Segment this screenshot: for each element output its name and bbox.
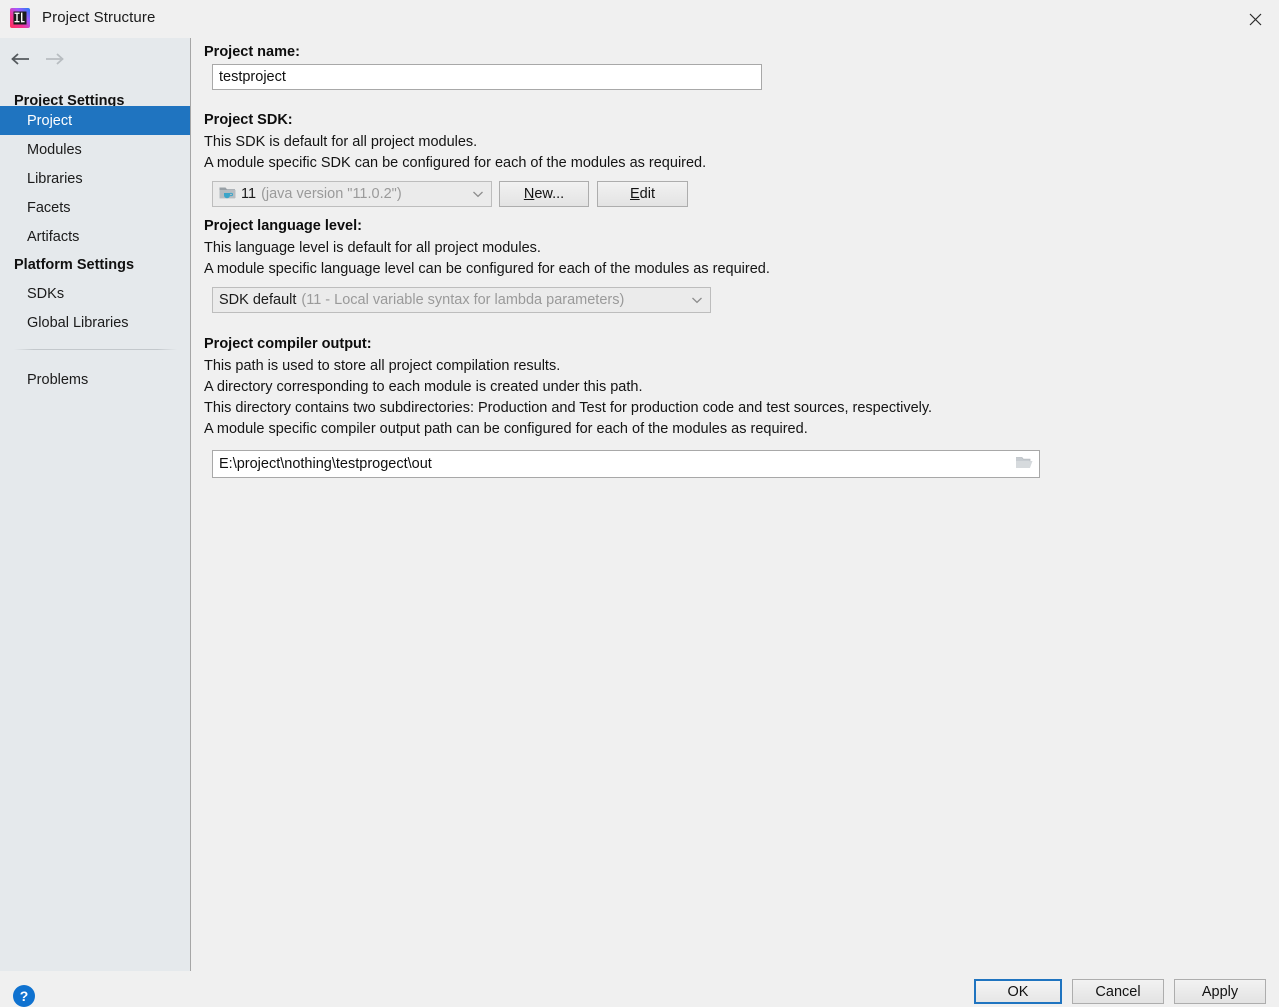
java-sdk-folder-icon bbox=[219, 185, 236, 204]
help-circle-icon[interactable]: ? bbox=[13, 985, 35, 1007]
language-level-desc-line-2: A module specific language level can be … bbox=[204, 261, 770, 277]
sidebar-item-label: Project bbox=[27, 112, 73, 129]
sidebar-item-project[interactable]: Project bbox=[0, 106, 190, 135]
project-sdk-detail: (java version "11.0.2") bbox=[261, 186, 402, 202]
edit-sdk-button-label: Edit bbox=[630, 186, 655, 202]
intellij-idea-logo-icon bbox=[9, 7, 31, 29]
sidebar-separator bbox=[14, 349, 177, 350]
window-title: Project Structure bbox=[42, 9, 156, 26]
sidebar-item-label: SDKs bbox=[27, 285, 65, 302]
new-sdk-button[interactable]: New... bbox=[499, 181, 589, 207]
cancel-button-label: Cancel bbox=[1095, 983, 1141, 1000]
browse-folder-button[interactable] bbox=[1009, 451, 1039, 477]
help-button-label: ? bbox=[19, 988, 29, 1004]
sidebar-group-platform-settings: Platform Settings bbox=[14, 257, 135, 273]
language-level-label: Project language level: bbox=[204, 218, 362, 234]
project-sdk-combobox[interactable]: 11 (java version "11.0.2") bbox=[212, 181, 492, 207]
forward-button[interactable] bbox=[37, 46, 71, 74]
language-level-detail: (11 - Local variable syntax for lambda p… bbox=[301, 292, 625, 308]
sidebar-item-label: Libraries bbox=[27, 170, 83, 187]
project-sdk-desc-line-1: This SDK is default for all project modu… bbox=[204, 134, 478, 150]
compiler-output-desc-line-3: This directory contains two subdirectori… bbox=[204, 400, 933, 416]
project-sdk-value: 11 bbox=[241, 186, 257, 202]
sidebar-item-global-libraries[interactable]: Global Libraries bbox=[0, 308, 190, 337]
sidebar-item-artifacts[interactable]: Artifacts bbox=[0, 222, 190, 251]
sidebar-item-libraries[interactable]: Libraries bbox=[0, 164, 190, 193]
sidebar-item-label: Modules bbox=[27, 141, 82, 158]
compiler-output-desc-line-1: This path is used to store all project c… bbox=[204, 358, 561, 374]
sidebar-item-label: Artifacts bbox=[27, 228, 80, 245]
sidebar-item-sdks[interactable]: SDKs bbox=[0, 279, 190, 308]
title-bar: Project Structure bbox=[0, 0, 1279, 38]
chevron-down-icon[interactable] bbox=[465, 182, 491, 206]
close-button[interactable] bbox=[1231, 0, 1279, 38]
sidebar-item-problems[interactable]: Problems bbox=[0, 365, 190, 394]
sidebar-item-label: Problems bbox=[27, 371, 89, 388]
sidebar-item-label: Facets bbox=[27, 199, 71, 216]
new-sdk-button-label: New... bbox=[523, 186, 565, 202]
sidebar: Project Settings Project Modules Librari… bbox=[0, 38, 190, 971]
project-sdk-label: Project SDK: bbox=[204, 112, 293, 128]
sidebar-item-modules[interactable]: Modules bbox=[0, 135, 190, 164]
compiler-output-input[interactable]: E:\project\nothing\testprogect\out bbox=[212, 450, 1040, 478]
language-level-combobox[interactable]: SDK default (11 - Local variable syntax … bbox=[212, 287, 711, 313]
close-icon bbox=[1249, 13, 1262, 26]
language-level-desc-line-1: This language level is default for all p… bbox=[204, 240, 541, 256]
language-level-value: SDK default bbox=[219, 292, 297, 308]
ok-button[interactable]: OK bbox=[974, 979, 1062, 1004]
folder-open-icon bbox=[1015, 455, 1033, 473]
edit-sdk-button[interactable]: Edit bbox=[597, 181, 688, 207]
cancel-button[interactable]: Cancel bbox=[1072, 979, 1164, 1004]
project-name-value: testproject bbox=[219, 69, 286, 85]
sidebar-item-label: Global Libraries bbox=[27, 314, 129, 331]
main-panel: Project name: testproject Project SDK: T… bbox=[191, 38, 1279, 971]
back-button[interactable] bbox=[3, 46, 37, 74]
arrow-left-icon bbox=[10, 52, 31, 69]
apply-button[interactable]: Apply bbox=[1174, 979, 1266, 1004]
chevron-down-icon[interactable] bbox=[684, 288, 710, 312]
compiler-output-desc-line-4: A module specific compiler output path c… bbox=[204, 421, 808, 437]
project-name-label: Project name: bbox=[204, 44, 300, 60]
compiler-output-label: Project compiler output: bbox=[204, 336, 372, 352]
compiler-output-value: E:\project\nothing\testprogect\out bbox=[219, 456, 432, 472]
arrow-right-icon bbox=[44, 52, 65, 69]
ok-button-label: OK bbox=[1007, 983, 1029, 1000]
project-name-input[interactable]: testproject bbox=[212, 64, 762, 90]
compiler-output-desc-line-2: A directory corresponding to each module… bbox=[204, 379, 643, 395]
project-sdk-desc-line-2: A module specific SDK can be configured … bbox=[204, 155, 707, 171]
navigation-arrows bbox=[0, 46, 190, 76]
apply-button-label: Apply bbox=[1201, 983, 1239, 1000]
sidebar-item-facets[interactable]: Facets bbox=[0, 193, 190, 222]
